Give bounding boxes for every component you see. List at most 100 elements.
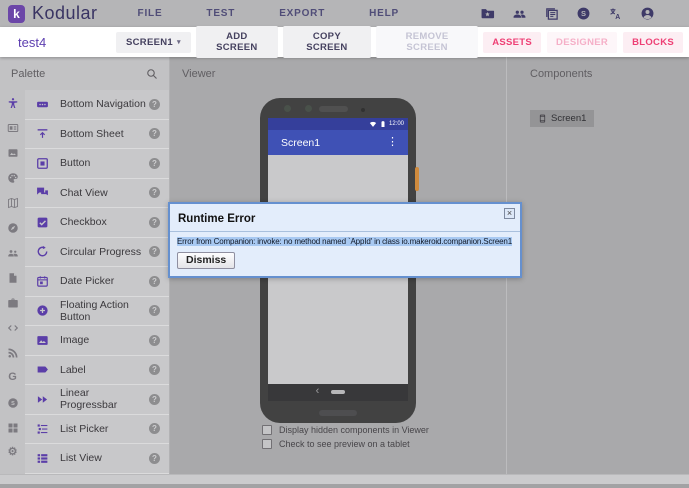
linear-progressbar-icon: [36, 393, 53, 406]
close-icon[interactable]: ×: [504, 208, 515, 219]
map-icon[interactable]: [0, 190, 25, 215]
people-icon[interactable]: [0, 240, 25, 265]
folder-star-icon[interactable]: [480, 6, 495, 21]
component-tree-item-screen1[interactable]: Screen1: [530, 110, 594, 127]
grid-icon[interactable]: [0, 415, 25, 440]
bottom-speaker-grille: [319, 410, 357, 416]
assets-button[interactable]: ASSETS: [483, 32, 541, 53]
code-icon[interactable]: [0, 315, 25, 340]
copy-screen-button[interactable]: COPY SCREEN: [283, 26, 371, 58]
dismiss-button[interactable]: Dismiss: [177, 252, 235, 269]
accessibility-icon[interactable]: [0, 90, 25, 115]
viewer-options: Display hidden components in Viewer Chec…: [262, 425, 429, 453]
menu-help[interactable]: HELP: [369, 8, 399, 19]
menu-test[interactable]: TEST: [206, 8, 235, 19]
list-picker-icon: [36, 422, 53, 435]
viewer-title: Viewer: [182, 68, 215, 80]
account-circle-icon[interactable]: [640, 6, 655, 21]
chat-view-icon: [36, 186, 53, 199]
palette-item-date-picker[interactable]: Date Picker ?: [25, 267, 169, 297]
back-icon: ‹: [316, 385, 320, 397]
screen-selector-dropdown[interactable]: SCREEN1 ▾: [116, 32, 191, 53]
friends-icon[interactable]: [512, 6, 527, 21]
kodular-logo[interactable]: k Kodular: [8, 3, 98, 24]
gear-icon[interactable]: ⚙: [0, 440, 25, 465]
palette-category-strip: G S ⚙: [0, 90, 25, 474]
dialog-title: Runtime Error: [178, 213, 255, 225]
blocks-button[interactable]: BLOCKS: [623, 32, 683, 53]
project-name: test4: [18, 35, 116, 50]
help-icon[interactable]: ?: [149, 305, 160, 316]
workspace: Palette G S: [0, 57, 689, 474]
palette-item-list-picker[interactable]: List Picker ?: [25, 415, 169, 445]
help-icon[interactable]: ?: [149, 364, 160, 375]
tablet-preview-row: Check to see preview on a tablet: [262, 439, 429, 449]
palette-item-linear-progressbar[interactable]: Linear Progressbar ?: [25, 385, 169, 415]
help-icon[interactable]: ?: [149, 158, 160, 169]
palette-item-button[interactable]: Button ?: [25, 149, 169, 179]
google-g-icon[interactable]: G: [0, 365, 25, 390]
help-icon[interactable]: ?: [149, 128, 160, 139]
label-icon: [36, 363, 53, 376]
document-icon[interactable]: [0, 265, 25, 290]
media-image-icon[interactable]: [0, 140, 25, 165]
tablet-preview-checkbox[interactable]: [262, 439, 272, 449]
app-title-bar: Screen1 ⋮: [268, 130, 408, 155]
help-icon[interactable]: ?: [149, 187, 160, 198]
search-icon[interactable]: [146, 68, 158, 80]
camera-dot: [305, 105, 312, 112]
help-icon[interactable]: ?: [149, 276, 160, 287]
palette-item-bottom-sheet[interactable]: Bottom Sheet ?: [25, 120, 169, 150]
help-icon[interactable]: ?: [149, 423, 160, 434]
card-layout-icon[interactable]: [0, 115, 25, 140]
palette-item-image[interactable]: Image ?: [25, 326, 169, 356]
circular-progress-icon: [36, 245, 53, 258]
bottom-sheet-icon: [36, 127, 53, 140]
power-button: [415, 167, 419, 191]
dollar-icon[interactable]: S: [0, 390, 25, 415]
rss-icon[interactable]: [0, 340, 25, 365]
palette-item-chat-view[interactable]: Chat View ?: [25, 179, 169, 209]
phone-outline-icon: [538, 114, 547, 123]
menu-file[interactable]: FILE: [138, 8, 163, 19]
palette-item-label[interactable]: Label ?: [25, 356, 169, 386]
help-icon[interactable]: ?: [149, 335, 160, 346]
palette-item-floating-action-button[interactable]: Floating Action Button ?: [25, 297, 169, 327]
designer-button[interactable]: DESIGNER: [547, 32, 617, 53]
palette-item-bottom-navigation[interactable]: Bottom Navigation ?: [25, 90, 169, 120]
kodular-designer-app: k Kodular FILE TEST EXPORT HELP S A test…: [0, 0, 689, 476]
remove-screen-button[interactable]: REMOVE SCREEN: [376, 26, 478, 58]
dialog-header: Runtime Error ×: [170, 204, 520, 232]
bottom-navigation-icon: [36, 98, 53, 111]
library-copy-icon[interactable]: [544, 6, 559, 21]
camera-dot: [284, 105, 291, 112]
briefcase-icon[interactable]: [0, 290, 25, 315]
image-icon: [36, 334, 53, 347]
dollar-circle-icon[interactable]: S: [576, 6, 591, 21]
hidden-components-row: Display hidden components in Viewer: [262, 425, 429, 435]
palette-icon[interactable]: [0, 165, 25, 190]
palette-item-checkbox[interactable]: Checkbox ?: [25, 208, 169, 238]
help-icon[interactable]: ?: [149, 394, 160, 405]
sensor-dot: [361, 108, 365, 112]
translate-icon[interactable]: A: [608, 6, 623, 21]
palette-item-list-view[interactable]: List View ?: [25, 444, 169, 474]
compass-icon[interactable]: [0, 215, 25, 240]
hidden-components-checkbox[interactable]: [262, 425, 272, 435]
svg-text:A: A: [615, 14, 620, 21]
wifi-icon: [369, 120, 377, 128]
main-menu: FILE TEST EXPORT HELP: [138, 8, 399, 19]
help-icon[interactable]: ?: [149, 246, 160, 257]
home-pill: [331, 390, 345, 394]
list-view-icon: [36, 452, 53, 465]
palette-panel: Palette G S: [0, 57, 170, 474]
help-icon[interactable]: ?: [149, 99, 160, 110]
palette-item-circular-progress[interactable]: Circular Progress ?: [25, 238, 169, 268]
add-screen-button[interactable]: ADD SCREEN: [196, 26, 278, 58]
runtime-error-dialog: Runtime Error × Error from Companion: in…: [168, 202, 522, 278]
overflow-menu-icon[interactable]: ⋮: [387, 137, 398, 148]
menu-export[interactable]: EXPORT: [279, 8, 325, 19]
help-icon[interactable]: ?: [149, 217, 160, 228]
help-icon[interactable]: ?: [149, 453, 160, 464]
screen-title: Screen1: [281, 137, 387, 149]
